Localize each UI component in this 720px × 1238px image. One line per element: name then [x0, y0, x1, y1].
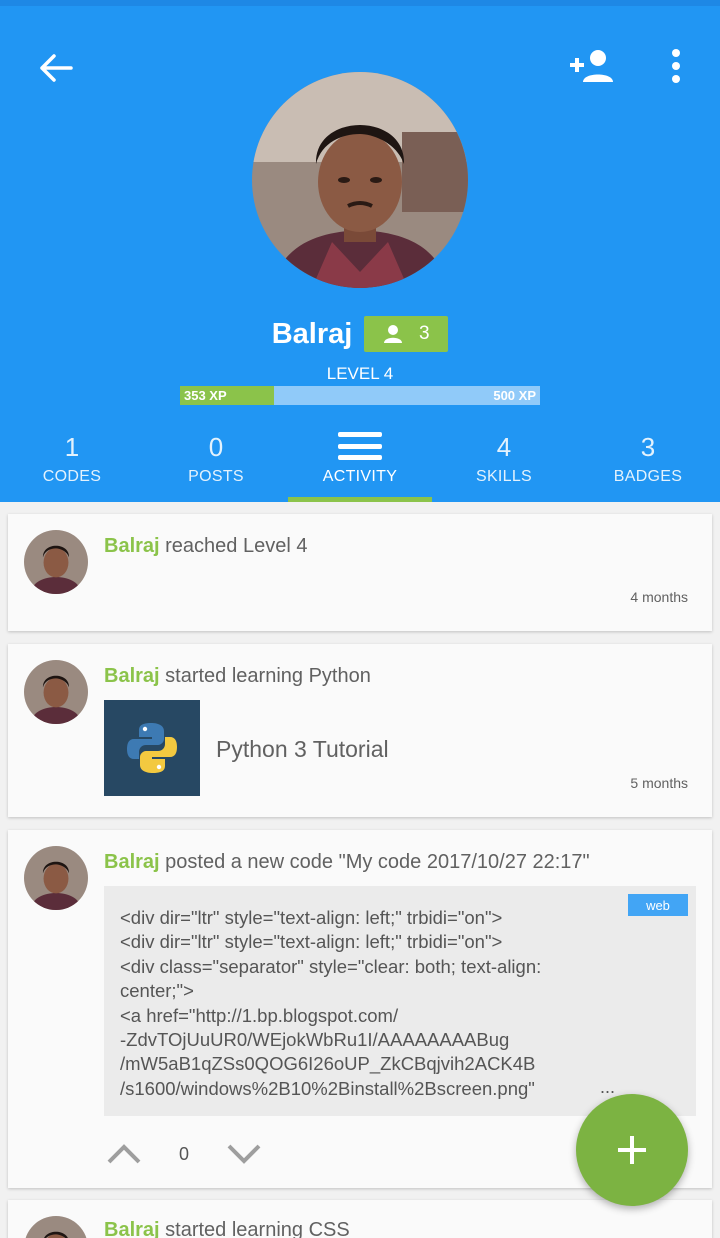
level-label: LEVEL 4 — [326, 364, 394, 383]
person-icon — [384, 325, 402, 343]
name-row: Balraj 3 — [0, 314, 720, 354]
tab-posts-count: 0 — [208, 432, 224, 462]
user-avatar[interactable] — [24, 660, 88, 724]
code-snippet: <div dir="ltr" style="text-align: left;"… — [120, 907, 542, 1099]
python-logo-icon — [104, 700, 200, 796]
profile-name: Balraj — [271, 317, 353, 350]
xp-current: 353 XP — [184, 388, 227, 403]
tab-activity-label: ACTIVITY — [322, 468, 398, 485]
more-options-icon[interactable] — [652, 40, 700, 92]
activity-username[interactable]: Balraj — [104, 535, 160, 557]
activity-username[interactable]: Balraj — [104, 665, 160, 687]
tab-codes-label: CODES — [42, 468, 102, 485]
activity-time: 5 months — [630, 775, 688, 791]
add-fab-button[interactable] — [576, 1094, 688, 1206]
xp-progress-bar: 353 XP 500 XP — [180, 386, 540, 405]
activity-text: Balraj started learning CSS — [104, 1219, 350, 1238]
tab-posts-label: POSTS — [188, 468, 244, 485]
tab-skills-count: 4 — [496, 432, 512, 462]
menu-icon — [338, 432, 382, 460]
user-avatar[interactable] — [24, 1216, 88, 1238]
activity-description: posted a new code "My code 2017/10/27 22… — [159, 851, 590, 873]
code-ellipsis: ... — [600, 1077, 616, 1097]
downvote-icon[interactable] — [224, 1138, 264, 1170]
user-avatar[interactable] — [24, 530, 88, 594]
activity-username[interactable]: Balraj — [104, 851, 160, 873]
activity-description: reached Level 4 — [159, 535, 308, 557]
followers-badge[interactable]: 3 — [364, 316, 449, 352]
profile-avatar[interactable] — [252, 72, 468, 288]
vote-count: 0 — [178, 1144, 189, 1164]
activity-description: started learning CSS — [159, 1219, 350, 1238]
activity-text: Balraj reached Level 4 — [104, 535, 307, 558]
profile-tabs: 1 CODES 0 POSTS ACTIVITY 4 SKILLS 3 BADG… — [0, 424, 720, 502]
tab-badges[interactable]: 3 BADGES — [576, 424, 720, 502]
code-preview[interactable]: web <div dir="ltr" style="text-align: le… — [104, 886, 696, 1116]
followers-count: 3 — [419, 323, 430, 344]
tab-badges-label: BADGES — [613, 468, 683, 485]
plus-icon — [618, 1136, 646, 1164]
course-title: Python 3 Tutorial — [216, 736, 389, 762]
user-avatar[interactable] — [24, 846, 88, 910]
tab-posts[interactable]: 0 POSTS — [144, 424, 288, 502]
activity-card-course[interactable]: Balraj started learning Python Python 3 … — [8, 644, 712, 817]
tab-badges-count: 3 — [640, 432, 656, 462]
back-arrow-icon[interactable] — [30, 42, 82, 94]
xp-max: 500 XP — [493, 388, 536, 403]
upvote-icon[interactable] — [104, 1138, 144, 1170]
activity-card-course-css[interactable]: Balraj started learning CSS — [8, 1200, 712, 1238]
activity-description: started learning Python — [159, 665, 371, 687]
activity-card-level[interactable]: Balraj reached Level 4 4 months — [8, 514, 712, 631]
language-tag: web — [628, 894, 688, 916]
add-friend-icon[interactable] — [562, 40, 622, 92]
activity-text: Balraj started learning Python — [104, 665, 371, 688]
activity-text: Balraj posted a new code "My code 2017/1… — [104, 851, 590, 874]
tab-codes-count: 1 — [64, 432, 80, 462]
tab-skills[interactable]: 4 SKILLS — [432, 424, 576, 502]
course-link[interactable]: Python 3 Tutorial — [104, 700, 694, 796]
tab-activity[interactable]: ACTIVITY — [288, 424, 432, 502]
tab-codes[interactable]: 1 CODES — [0, 424, 144, 502]
profile-header: Balraj 3 LEVEL 4 353 XP 500 XP 1 CODES 0… — [0, 6, 720, 502]
tab-skills-label: SKILLS — [475, 468, 533, 485]
activity-time: 4 months — [630, 589, 688, 605]
activity-username[interactable]: Balraj — [104, 1219, 160, 1238]
